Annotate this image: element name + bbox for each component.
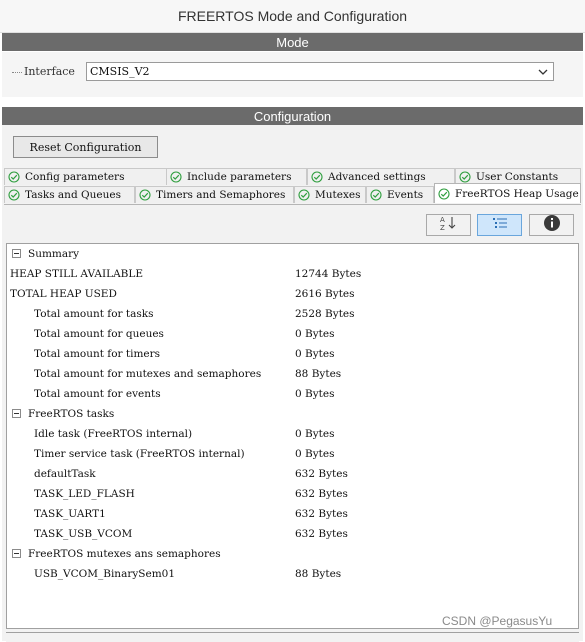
- tab-label: Timers and Semaphores: [156, 189, 286, 201]
- tab-advanced-settings[interactable]: Advanced settings: [307, 168, 455, 185]
- tree-row-value: 0 Bytes: [295, 348, 335, 360]
- tab-mutexes[interactable]: Mutexes: [294, 186, 366, 203]
- check-circle-icon: [370, 189, 382, 201]
- check-circle-icon: [139, 189, 151, 201]
- tree-row-label: TASK_UART1: [34, 508, 106, 520]
- tree-row: USB_VCOM_BinarySem01 88 Bytes: [7, 564, 577, 584]
- configuration-section-header: Configuration: [2, 107, 583, 125]
- tree-row: Timer service task (FreeRTOS internal) 0 …: [7, 444, 577, 464]
- tab-freertos-heap-usage[interactable]: FreeRTOS Heap Usage: [434, 183, 581, 203]
- watermark: CSDN @PegasusYu: [442, 614, 553, 628]
- tree-group-freertos-mutexes-ans-semaphores: FreeRTOS mutexes ans semaphores: [7, 544, 577, 564]
- tree-row: Total amount for mutexes and semaphores 8…: [7, 364, 577, 384]
- tree-row-label: Timer service task (FreeRTOS internal): [34, 448, 245, 460]
- interface-label: Interface: [12, 65, 75, 78]
- tree-row: Total amount for timers 0 Bytes: [7, 344, 577, 364]
- tree-group-label: Summary: [28, 248, 80, 260]
- tab-label: Events: [387, 189, 424, 201]
- tab-label: Mutexes: [315, 189, 361, 201]
- check-circle-icon: [8, 189, 20, 201]
- reset-configuration-button[interactable]: Reset Configuration: [13, 136, 158, 158]
- chevron-down-icon[interactable]: [536, 63, 550, 80]
- tab-label: Include parameters: [187, 171, 292, 183]
- tree-row-value: 2528 Bytes: [295, 308, 355, 320]
- list-icon: [492, 216, 508, 234]
- tree-row-value: 2616 Bytes: [295, 288, 355, 300]
- tab-tasks-and-queues[interactable]: Tasks and Queues: [4, 186, 135, 203]
- tree-row-label: Total amount for mutexes and semaphores: [34, 368, 262, 380]
- svg-text:Z: Z: [440, 224, 445, 231]
- tree-row-label: USB_VCOM_BinarySem01: [34, 568, 176, 580]
- check-circle-icon: [438, 187, 450, 200]
- tree-row-value: 12744 Bytes: [295, 268, 362, 280]
- tab-label: Config parameters: [25, 171, 125, 183]
- tree-row-value: 632 Bytes: [295, 488, 348, 500]
- tab-config-parameters[interactable]: Config parameters: [4, 168, 167, 185]
- sort-az-icon: A Z: [438, 215, 460, 236]
- tree-row-value: 0 Bytes: [295, 328, 335, 340]
- check-circle-icon: [311, 171, 323, 183]
- tree-row: HEAP STILL AVAILABLE 12744 Bytes: [7, 264, 577, 284]
- check-circle-icon: [170, 171, 182, 183]
- tree-row: TASK_UART1 632 Bytes: [7, 504, 577, 524]
- section-gap: [0, 97, 585, 106]
- tree-row: Total amount for tasks 2528 Bytes: [7, 304, 577, 324]
- tree-row-label: Idle task (FreeRTOS internal): [34, 428, 193, 440]
- sort-alphabetical-button[interactable]: A Z: [426, 214, 471, 236]
- tree-group-label: FreeRTOS tasks: [28, 408, 115, 420]
- interface-select[interactable]: CMSIS_V2: [86, 62, 554, 81]
- info-button[interactable]: [529, 214, 574, 236]
- tree-row: Idle task (FreeRTOS internal) 0 Bytes: [7, 424, 577, 444]
- check-circle-icon: [8, 171, 20, 183]
- tree-row: defaultTask 632 Bytes: [7, 464, 577, 484]
- tree-row-value: 0 Bytes: [295, 428, 335, 440]
- mode-section-header: Mode: [2, 33, 583, 51]
- tree-row-value: 0 Bytes: [295, 448, 335, 460]
- tree-row-label: Total amount for tasks: [34, 308, 154, 320]
- tree-row-value: 88 Bytes: [295, 568, 342, 580]
- tree-row-value: 88 Bytes: [295, 368, 342, 380]
- heap-usage-tree: Summary HEAP STILL AVAILABLE 12744 Bytes TO…: [6, 243, 579, 629]
- check-circle-icon: [459, 171, 471, 183]
- interface-select-value: CMSIS_V2: [90, 65, 150, 78]
- svg-text:A: A: [440, 216, 445, 224]
- collapse-icon[interactable]: [12, 549, 21, 558]
- tree-row-value: 632 Bytes: [295, 468, 348, 480]
- tab-label: FreeRTOS Heap Usage: [455, 187, 579, 200]
- tree-row-value: 632 Bytes: [295, 508, 348, 520]
- show-categories-button[interactable]: [477, 214, 522, 236]
- tree-row-label: Total amount for timers: [34, 348, 161, 360]
- tree-row-label: TOTAL HEAP USED: [10, 288, 117, 300]
- tree-group-summary: Summary: [7, 244, 577, 264]
- tree-row-value: 632 Bytes: [295, 528, 348, 540]
- tree-row-label: TASK_LED_FLASH: [34, 488, 135, 500]
- tree-group-label: FreeRTOS mutexes ans semaphores: [28, 548, 221, 560]
- collapse-icon[interactable]: [12, 249, 21, 258]
- tab-events[interactable]: Events: [366, 186, 434, 203]
- tree-row-label: Total amount for events: [34, 388, 161, 400]
- tree-row: Total amount for events 0 Bytes: [7, 384, 577, 404]
- tree-group-freertos-tasks: FreeRTOS tasks: [7, 404, 577, 424]
- tree-row: TOTAL HEAP USED 2616 Bytes: [7, 284, 577, 304]
- tab-label: User Constants: [476, 171, 559, 183]
- tree-row: Total amount for queues 0 Bytes: [7, 324, 577, 344]
- tab-label: Advanced settings: [328, 171, 426, 183]
- tree-row-label: defaultTask: [34, 468, 96, 480]
- tree-row: TASK_USB_VCOM 632 Bytes: [7, 524, 577, 544]
- tab-include-parameters[interactable]: Include parameters: [166, 168, 307, 185]
- tab-timers-and-semaphores[interactable]: Timers and Semaphores: [135, 186, 294, 203]
- tab-panel-border: [4, 204, 581, 205]
- info-icon: [543, 214, 561, 237]
- tree-row-value: 0 Bytes: [295, 388, 335, 400]
- tree-row-label: Total amount for queues: [34, 328, 164, 340]
- check-circle-icon: [298, 189, 310, 201]
- window-title: FREERTOS Mode and Configuration: [0, 0, 585, 33]
- tab-label: Tasks and Queues: [25, 189, 121, 201]
- tree-row: TASK_LED_FLASH 632 Bytes: [7, 484, 577, 504]
- tree-row-label: HEAP STILL AVAILABLE: [10, 268, 144, 280]
- collapse-icon[interactable]: [12, 409, 21, 418]
- tree-row-label: TASK_USB_VCOM: [34, 528, 133, 540]
